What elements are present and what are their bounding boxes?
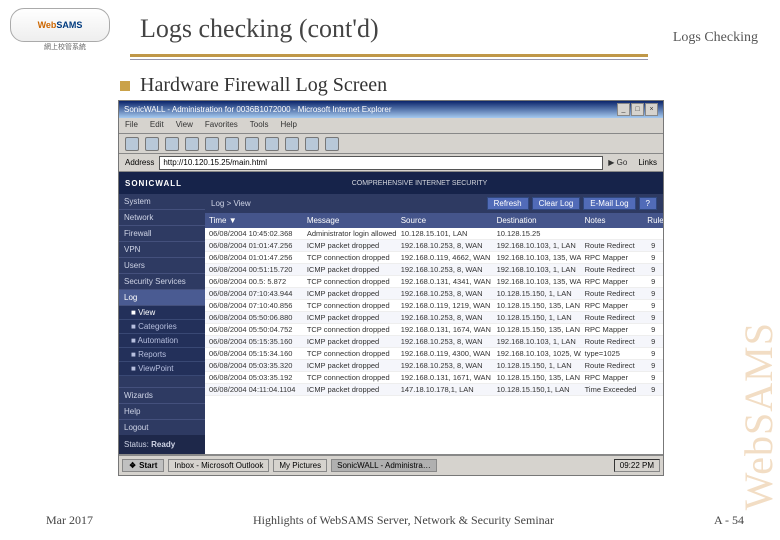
sidebar-status: Status: Ready <box>119 435 205 454</box>
col-message[interactable]: Message <box>303 215 397 226</box>
sidebar-sub-viewpoint[interactable]: ■ ViewPoint <box>119 362 205 376</box>
sidebar-sub-view[interactable]: ■ View <box>119 306 205 320</box>
email-log-button[interactable]: E-Mail Log <box>583 197 635 210</box>
start-button[interactable]: ❖ Start <box>122 459 164 472</box>
col-notes[interactable]: Notes <box>581 215 644 226</box>
table-row: 06/08/2004 05:15:34.160TCP connection dr… <box>205 348 663 360</box>
sidebar-item-system[interactable]: System <box>119 194 205 210</box>
browser-window: SonicWALL - Administration for 0036B1072… <box>118 100 664 476</box>
sidebar-item-wizards[interactable]: Wizards <box>119 387 205 403</box>
col-time[interactable]: Time ▼ <box>205 215 303 226</box>
search-icon[interactable] <box>225 137 239 151</box>
col-rule[interactable]: Rule <box>643 215 663 226</box>
ie-toolbar[interactable] <box>119 134 663 154</box>
divider-grey <box>130 59 648 60</box>
favorites-icon[interactable] <box>245 137 259 151</box>
log-breadcrumb: Log > View <box>211 199 251 208</box>
table-row: 06/08/2004 05:50:04.752TCP connection dr… <box>205 324 663 336</box>
task-pictures[interactable]: My Pictures <box>273 459 327 472</box>
taskbar: ❖ Start Inbox - Microsoft Outlook My Pic… <box>119 455 663 475</box>
links-label[interactable]: Links <box>638 158 657 167</box>
table-row: 06/08/2004 10:45:02.368Administrator log… <box>205 228 663 240</box>
help-button[interactable]: ? <box>639 197 657 210</box>
watermark: WebSAMS <box>735 322 780 510</box>
sonicwall-banner: SONICWALL COMPREHENSIVE INTERNET SECURIT… <box>119 172 663 194</box>
table-row: 06/08/2004 05:03:35.192TCP connection dr… <box>205 372 663 384</box>
refresh-button[interactable]: Refresh <box>487 197 529 210</box>
sidebar-item-logout[interactable]: Logout <box>119 419 205 435</box>
sidebar-item-users[interactable]: Users <box>119 258 205 274</box>
log-panel: Log > View Refresh Clear Log E-Mail Log … <box>205 194 663 454</box>
minimize-icon[interactable]: _ <box>617 103 630 116</box>
table-row: 06/08/2004 07:10:43.944ICMP packet dropp… <box>205 288 663 300</box>
refresh-icon[interactable] <box>185 137 199 151</box>
log-table-header: Time ▼ Message Source Destination Notes … <box>205 213 663 228</box>
col-destination[interactable]: Destination <box>493 215 581 226</box>
websams-logo: WebSAMS 網上校管系統 <box>10 8 120 48</box>
back-icon[interactable] <box>125 137 139 151</box>
home-icon[interactable] <box>205 137 219 151</box>
table-row: 06/08/2004 05:03:35.320ICMP packet dropp… <box>205 360 663 372</box>
clear-log-button[interactable]: Clear Log <box>532 197 581 210</box>
ie-menubar[interactable]: FileEditViewFavoritesToolsHelp <box>119 118 663 134</box>
subtitle: Hardware Firewall Log Screen <box>140 74 387 97</box>
sidebar-sub-reports[interactable]: ■ Reports <box>119 348 205 362</box>
close-icon[interactable]: × <box>645 103 658 116</box>
mail-icon[interactable] <box>305 137 319 151</box>
sidebar-sub-categories[interactable]: ■ Categories <box>119 320 205 334</box>
sidebar-item-log[interactable]: Log <box>119 290 205 306</box>
task-sonicwall[interactable]: SonicWALL - Administra… <box>331 459 437 472</box>
ie-title-text: SonicWALL - Administration for 0036B1072… <box>124 105 392 114</box>
footer-center: Highlights of WebSAMS Server, Network & … <box>253 513 554 528</box>
sidebar-item-network[interactable]: Network <box>119 210 205 226</box>
footer-date: Mar 2017 <box>46 513 93 528</box>
sidebar-item-security-services[interactable]: Security Services <box>119 274 205 290</box>
sidebar-item-firewall[interactable]: Firewall <box>119 226 205 242</box>
table-row: 06/08/2004 01:01:47.256TCP connection dr… <box>205 252 663 264</box>
col-source[interactable]: Source <box>397 215 493 226</box>
slide-footer: Mar 2017 Highlights of WebSAMS Server, N… <box>0 513 780 528</box>
breadcrumb: Logs Checking <box>673 30 758 46</box>
slide-title: Logs checking (cont'd) <box>140 14 379 44</box>
divider-gold <box>130 54 648 57</box>
task-outlook[interactable]: Inbox - Microsoft Outlook <box>168 459 269 472</box>
address-input[interactable] <box>159 156 603 170</box>
table-row: 06/08/2004 04:11:04.1104ICMP packet drop… <box>205 384 663 396</box>
sidebar: System Network Firewall VPN Users Securi… <box>119 194 205 454</box>
print-icon[interactable] <box>325 137 339 151</box>
ie-titlebar: SonicWALL - Administration for 0036B1072… <box>119 101 663 118</box>
address-label: Address <box>125 158 154 167</box>
table-row: 06/08/2004 05:15:35.160ICMP packet dropp… <box>205 336 663 348</box>
maximize-icon[interactable]: □ <box>631 103 644 116</box>
table-row: 06/08/2004 01:01:47.256ICMP packet dropp… <box>205 240 663 252</box>
bullet-icon <box>120 81 130 91</box>
sidebar-sub-automation[interactable]: ■ Automation <box>119 334 205 348</box>
log-table-body: 06/08/2004 10:45:02.368Administrator log… <box>205 228 663 396</box>
table-row: 06/08/2004 00:51:15.720ICMP packet dropp… <box>205 264 663 276</box>
media-icon[interactable] <box>265 137 279 151</box>
table-row: 06/08/2004 07:10:40.856TCP connection dr… <box>205 300 663 312</box>
system-tray[interactable]: 09:22 PM <box>614 459 660 472</box>
table-row: 06/08/2004 05:50:06.880ICMP packet dropp… <box>205 312 663 324</box>
sidebar-item-help[interactable]: Help <box>119 403 205 419</box>
table-row: 06/08/2004 00.5: 5.872TCP connection dro… <box>205 276 663 288</box>
history-icon[interactable] <box>285 137 299 151</box>
footer-page: A - 54 <box>714 513 744 528</box>
go-button[interactable]: ▶ Go <box>608 158 627 167</box>
forward-icon[interactable] <box>145 137 159 151</box>
stop-icon[interactable] <box>165 137 179 151</box>
sidebar-item-vpn[interactable]: VPN <box>119 242 205 258</box>
